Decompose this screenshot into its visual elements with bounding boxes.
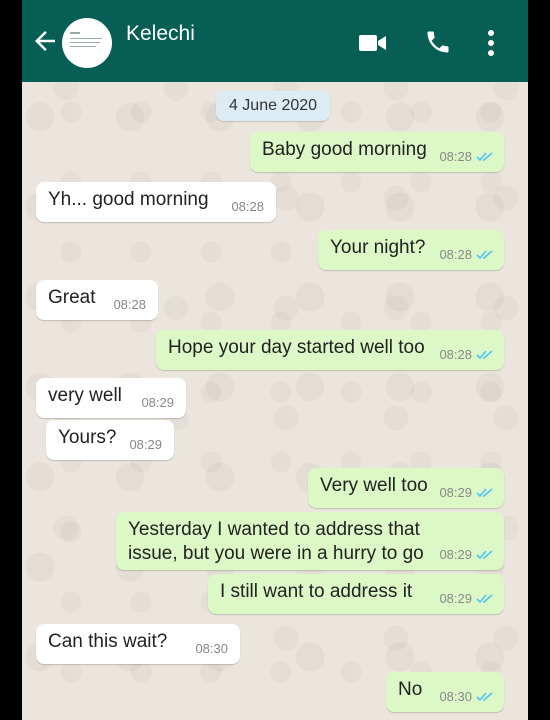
message-outgoing[interactable]: I still want to address it 08:29 [208,574,504,614]
more-options-icon[interactable] [484,28,498,58]
message-time: 08:28 [439,148,472,164]
message-text: Can this wait? [48,631,168,652]
message-text: Yesterday I wanted to address that issue… [128,519,424,564]
message-time: 08:29 [439,590,472,606]
message-time: 08:29 [439,484,472,500]
message-text: Your night? [330,237,426,258]
message-incoming[interactable]: very well 08:29 [36,378,186,418]
message-time: 08:28 [439,246,472,262]
double-check-icon [476,550,493,560]
double-check-icon [476,152,493,162]
chat-header: Kelechi [22,0,528,82]
double-check-icon [476,250,493,260]
double-check-icon [476,488,493,498]
voice-call-icon[interactable] [424,28,452,56]
message-text: Great [48,287,96,308]
message-time: 08:29 [439,546,472,562]
message-text: Very well too [320,475,428,496]
message-time: 08:28 [113,296,146,312]
chat-screen: Kelechi 4 June 2020 Baby good morning 08… [22,0,528,720]
message-text: I still want to address it [220,581,413,602]
message-outgoing[interactable]: Yesterday I wanted to address that issue… [116,512,504,570]
message-time: 08:29 [141,394,174,410]
double-check-icon [476,594,493,604]
message-outgoing[interactable]: Your night? 08:28 [318,230,504,270]
avatar[interactable] [62,18,112,68]
message-time: 08:30 [439,688,472,704]
message-incoming[interactable]: Yh... good morning 08:28 [36,182,276,222]
message-incoming[interactable]: Can this wait? 08:30 [36,624,240,664]
back-arrow-icon[interactable] [30,26,60,56]
message-incoming[interactable]: Yours? 08:29 [46,420,174,460]
message-time: 08:29 [129,436,162,452]
video-call-icon[interactable] [358,32,388,54]
date-chip: 4 June 2020 [216,91,330,121]
message-incoming[interactable]: Great 08:28 [36,280,158,320]
message-text: Yours? [58,427,117,448]
contact-name[interactable]: Kelechi [126,22,195,46]
message-time: 08:28 [439,346,472,362]
message-time: 08:30 [195,640,228,656]
message-time: 08:28 [231,198,264,214]
message-outgoing[interactable]: Hope your day started well too 08:28 [156,330,504,370]
double-check-icon [476,692,493,702]
message-text: Hope your day started well too [168,337,425,358]
message-text: Baby good morning [262,139,427,160]
message-outgoing[interactable]: Baby good morning 08:28 [250,132,504,172]
message-text: Yh... good morning [48,189,209,210]
message-text: very well [48,385,122,406]
message-text: No [398,679,423,700]
message-outgoing[interactable]: No 08:30 [386,672,504,712]
message-outgoing[interactable]: Very well too 08:29 [308,468,504,508]
double-check-icon [476,350,493,360]
